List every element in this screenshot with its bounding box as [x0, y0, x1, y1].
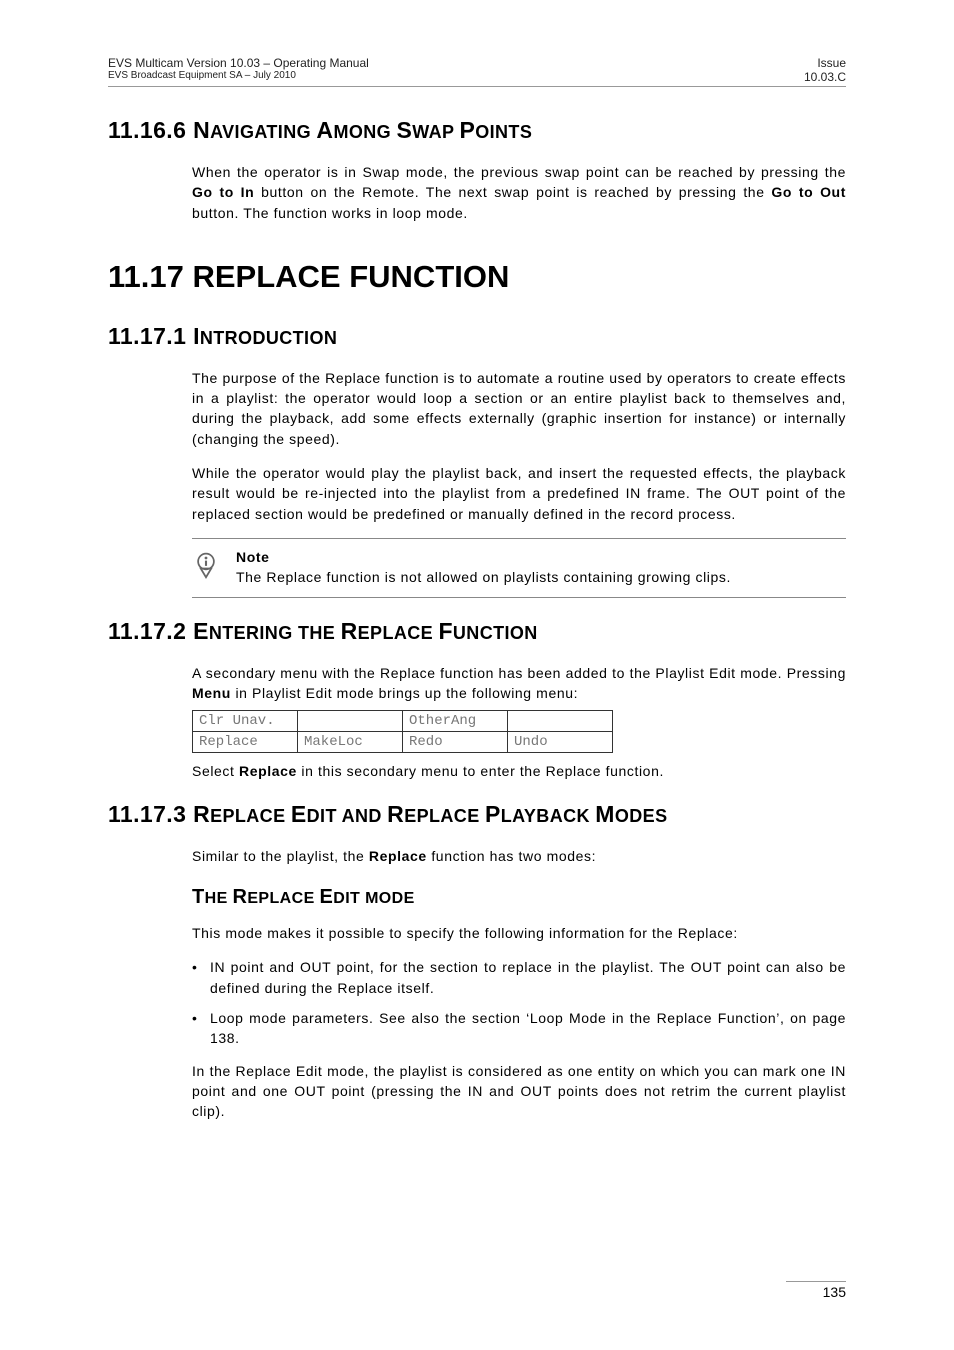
hr: NTERING THE — [209, 623, 341, 643]
section-body: When the operator is in Swap mode, the p… — [192, 162, 846, 223]
hc: M — [595, 801, 615, 827]
hr: EPLACE — [358, 623, 439, 643]
hr: EPLACE — [247, 890, 319, 907]
hr: UNCTION — [453, 623, 538, 643]
header-right: Issue 10.03.C — [804, 56, 846, 84]
table-row: Clr Unav. OtherAng — [193, 710, 613, 731]
hc: S — [396, 117, 412, 143]
hr: OINTS — [475, 122, 532, 142]
hc: R — [233, 886, 248, 908]
hc: R — [193, 801, 210, 827]
page-number: 135 — [786, 1281, 846, 1300]
hr: ODES — [615, 806, 668, 826]
paragraph: Similar to the playlist, the Replace fun… — [192, 846, 846, 866]
note-content: Note The Replace function is not allowed… — [236, 549, 731, 585]
page-header: EVS Multicam Version 10.03 – Operating M… — [108, 56, 846, 87]
text: Select — [192, 763, 239, 779]
heading-11-17-1: 11.17.1 INTRODUCTION — [108, 323, 846, 350]
hr: HE — [205, 890, 233, 907]
cell: Replace — [193, 731, 298, 752]
hc: P — [485, 801, 501, 827]
note-box: Note The Replace function is not allowed… — [192, 538, 846, 598]
heading-number: 11.16.6 — [108, 117, 193, 143]
hr: LAYBACK — [501, 806, 596, 826]
text: function has two modes: — [427, 848, 596, 864]
heading-11-17-3: 11.17.3 REPLACE EDIT AND REPLACE PLAYBAC… — [108, 801, 846, 828]
text-bold: Replace — [239, 763, 297, 779]
paragraph: This mode makes it possible to specify t… — [192, 923, 846, 943]
section-body: A secondary menu with the Replace functi… — [192, 663, 846, 781]
note-title: Note — [236, 549, 731, 565]
hr: MONG — [333, 122, 396, 142]
paragraph: When the operator is in Swap mode, the p… — [192, 162, 846, 223]
hc: A — [316, 117, 333, 143]
hr: DIT AND — [307, 806, 388, 826]
text-bold: Menu — [192, 685, 231, 701]
cell — [298, 710, 403, 731]
cell: MakeLoc — [298, 731, 403, 752]
cell: Undo — [508, 731, 613, 752]
header-title: EVS Multicam Version 10.03 – Operating M… — [108, 56, 369, 70]
section-body: Similar to the playlist, the Replace fun… — [192, 846, 846, 1122]
hc: N — [193, 117, 210, 143]
text: Similar to the playlist, the — [192, 848, 369, 864]
heading-11-16-6: 11.16.6 NAVIGATING AMONG SWAP POINTS — [108, 117, 846, 144]
paragraph: The purpose of the Replace function is t… — [192, 368, 846, 449]
hr: AVIGATING — [210, 122, 316, 142]
hr: NTRODUCTION — [200, 328, 337, 348]
note-body: The Replace function is not allowed on p… — [236, 569, 731, 585]
list-item: IN point and OUT point, for the section … — [192, 957, 846, 998]
cell: OtherAng — [403, 710, 508, 731]
hc: P — [459, 117, 475, 143]
hc: I — [193, 323, 200, 349]
cell: Redo — [403, 731, 508, 752]
text: in this secondary menu to enter the Repl… — [297, 763, 664, 779]
cell — [508, 710, 613, 731]
text: A secondary menu with the Replace functi… — [192, 665, 846, 681]
hr: EPLACE — [404, 806, 485, 826]
hc: R — [387, 801, 404, 827]
text: in Playlist Edit mode brings up the foll… — [231, 685, 578, 701]
menu-table: Clr Unav. OtherAng Replace MakeLoc Redo … — [192, 710, 613, 753]
heading-number: 11.17.1 — [108, 323, 193, 349]
header-subtitle: EVS Broadcast Equipment SA – July 2010 — [108, 70, 369, 81]
section-body: The purpose of the Replace function is t… — [192, 368, 846, 598]
hc: E — [291, 801, 307, 827]
heading-number: 11.17.3 — [108, 801, 193, 827]
header-issue-label: Issue — [804, 56, 846, 70]
hc: T — [192, 886, 205, 908]
hr: DIT MODE — [333, 890, 414, 907]
text-bold: Go to In — [192, 184, 254, 200]
bullet-list: IN point and OUT point, for the section … — [192, 957, 846, 1048]
hc: E — [193, 618, 209, 644]
subheading-replace-edit-mode: THE REPLACE EDIT MODE — [192, 886, 846, 909]
text: button. The function works in loop mode. — [192, 205, 468, 221]
paragraph: Select Replace in this secondary menu to… — [192, 761, 846, 781]
paragraph: While the operator would play the playli… — [192, 463, 846, 524]
hr: WAP — [412, 122, 459, 142]
hc: F — [438, 618, 452, 644]
header-issue-value: 10.03.C — [804, 70, 846, 84]
heading-number: 11.17.2 — [108, 618, 193, 644]
text: button on the Remote. The next swap poin… — [254, 184, 771, 200]
text: When the operator is in Swap mode, the p… — [192, 164, 846, 180]
hc: R — [341, 618, 358, 644]
paragraph: A secondary menu with the Replace functi… — [192, 663, 846, 704]
hr: EPLACE — [210, 806, 291, 826]
hc: E — [320, 886, 334, 908]
note-icon — [192, 551, 220, 579]
heading-11-17: 11.17 REPLACE FUNCTION — [108, 259, 846, 295]
table-row: Replace MakeLoc Redo Undo — [193, 731, 613, 752]
paragraph: In the Replace Edit mode, the playlist i… — [192, 1061, 846, 1122]
text-bold: Replace — [369, 848, 427, 864]
header-left: EVS Multicam Version 10.03 – Operating M… — [108, 56, 369, 84]
page: EVS Multicam Version 10.03 – Operating M… — [0, 0, 954, 1350]
text-bold: Go to Out — [771, 184, 846, 200]
cell: Clr Unav. — [193, 710, 298, 731]
heading-11-17-2: 11.17.2 ENTERING THE REPLACE FUNCTION — [108, 618, 846, 645]
list-item: Loop mode parameters. See also the secti… — [192, 1008, 846, 1049]
